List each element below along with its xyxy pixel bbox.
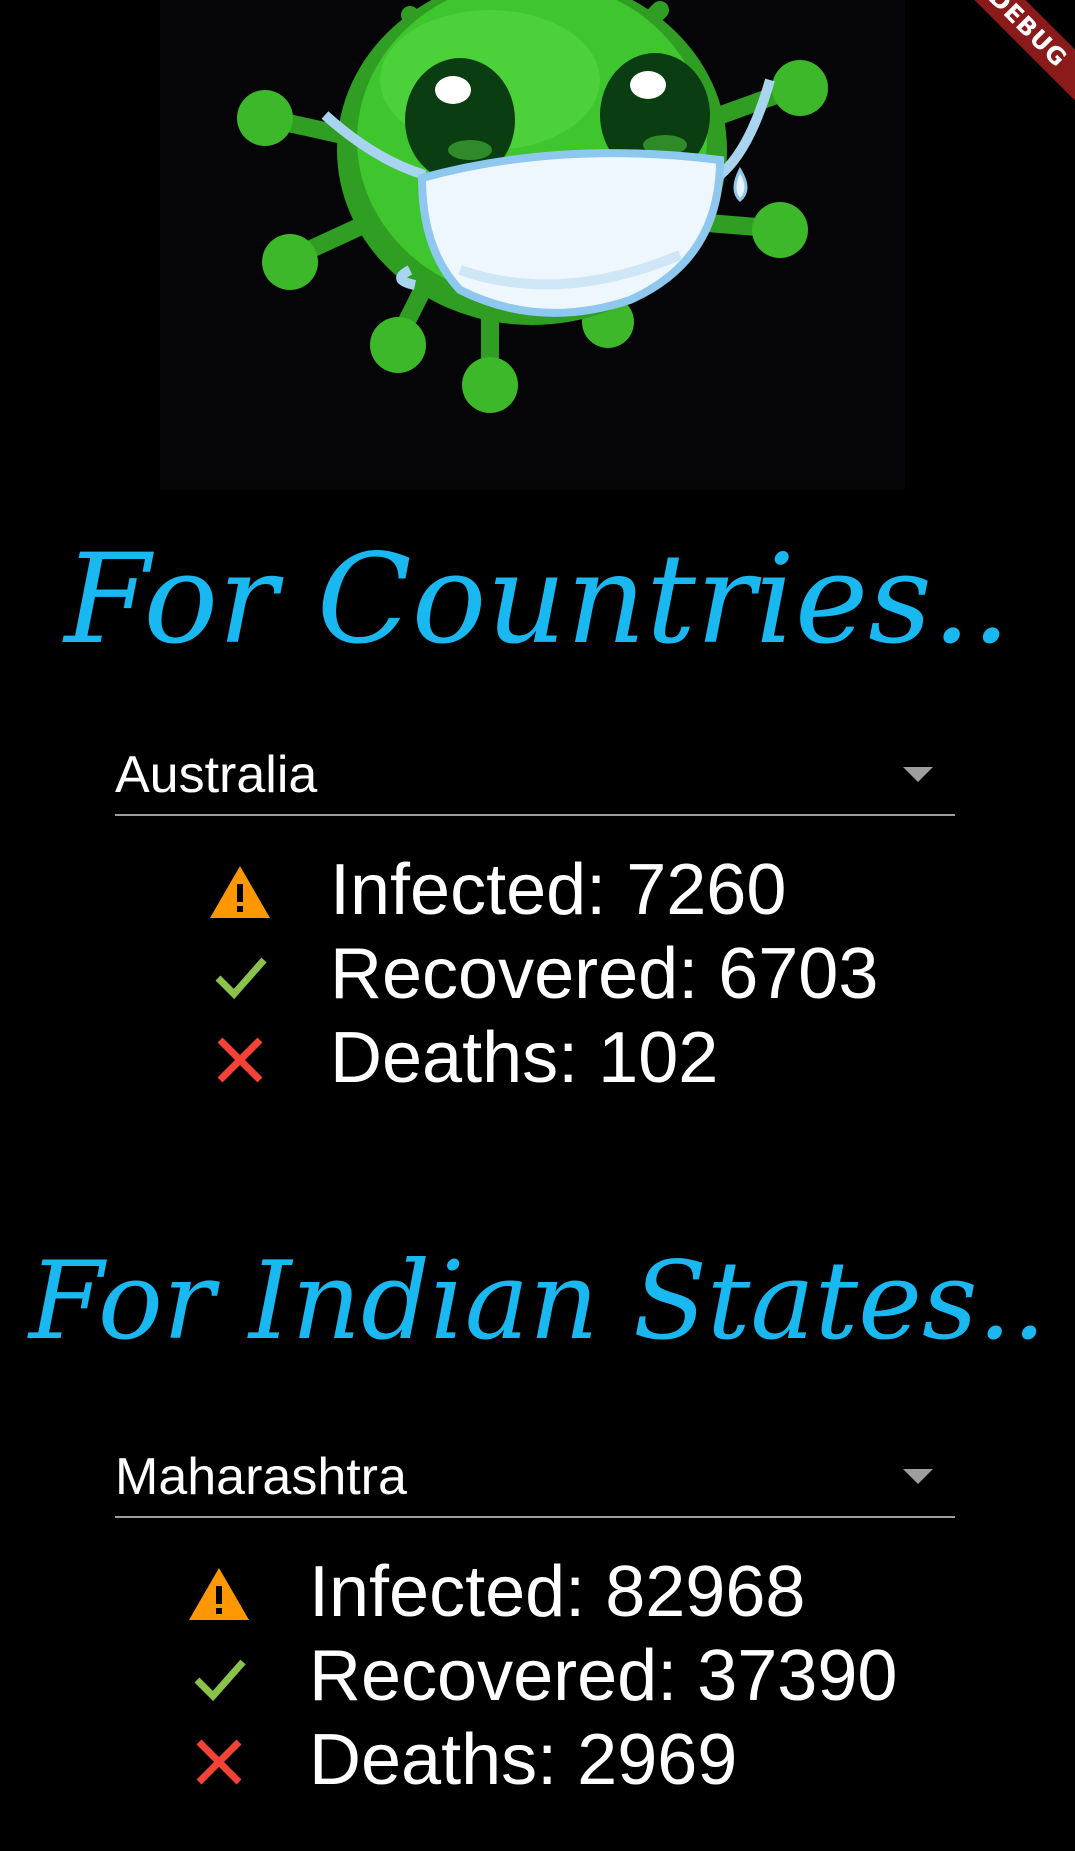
country-stats: Infected: 7260 Recovered: 6703 Deaths: 1… [208, 848, 968, 1100]
country-deaths-text: Deaths: 102 [330, 1018, 719, 1098]
check-icon [187, 1646, 251, 1710]
country-dropdown-value: Australia [115, 746, 318, 804]
state-recovered-text: Recovered: 37390 [309, 1636, 898, 1716]
check-icon [208, 944, 272, 1008]
state-recovered-row: Recovered: 37390 [187, 1634, 947, 1718]
close-icon [208, 1028, 272, 1092]
state-deaths-count: 2969 [577, 1720, 738, 1800]
debug-banner: DEBUG [955, 0, 1075, 120]
country-infected-text: Infected: 7260 [330, 850, 787, 930]
state-deaths-text: Deaths: 2969 [309, 1720, 738, 1800]
country-recovered-text: Recovered: 6703 [330, 934, 879, 1014]
dropdown-caret-icon [903, 1469, 933, 1484]
country-recovered-row: Recovered: 6703 [208, 932, 968, 1016]
debug-banner-label: DEBUG [955, 0, 1075, 108]
state-recovered-count: 37390 [697, 1636, 898, 1716]
state-infected-row: Infected: 82968 [187, 1550, 947, 1634]
warning-icon [208, 860, 272, 924]
close-icon [187, 1730, 251, 1794]
countries-heading: For Countries.. [64, 528, 1011, 672]
warning-icon [187, 1562, 251, 1626]
country-deaths-count: 102 [598, 1018, 719, 1098]
country-infected-count: 7260 [626, 850, 787, 930]
state-dropdown[interactable]: Maharashtra [115, 1436, 955, 1518]
country-infected-row: Infected: 7260 [208, 848, 968, 932]
state-stats: Infected: 82968 Recovered: 37390 Deaths:… [187, 1550, 947, 1802]
country-dropdown[interactable]: Australia [115, 734, 955, 816]
state-infected-text: Infected: 82968 [309, 1552, 806, 1632]
country-deaths-row: Deaths: 102 [208, 1016, 968, 1100]
state-dropdown-value: Maharashtra [115, 1448, 407, 1506]
state-infected-count: 82968 [605, 1552, 806, 1632]
state-deaths-row: Deaths: 2969 [187, 1718, 947, 1802]
states-heading: For Indian States.. [28, 1239, 1047, 1364]
virus-mascot-image [160, 0, 905, 490]
country-recovered-count: 6703 [718, 934, 879, 1014]
dropdown-caret-icon [903, 767, 933, 782]
